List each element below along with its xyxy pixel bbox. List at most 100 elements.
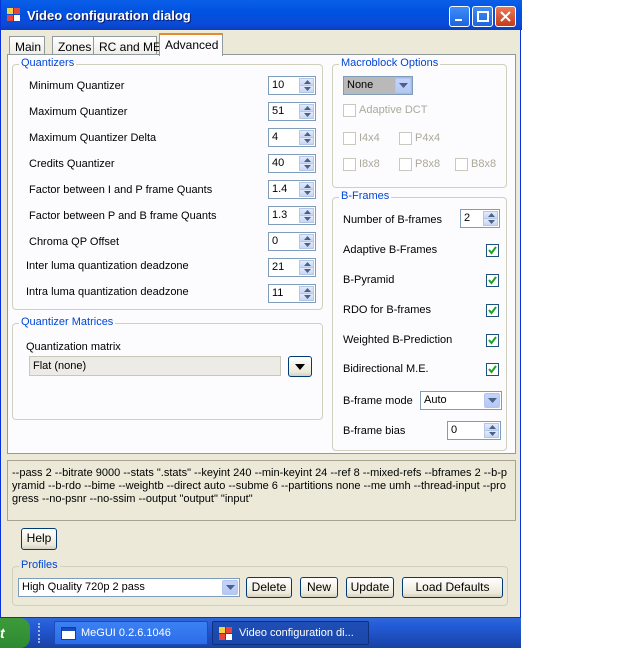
p8x8-checkbox[interactable] xyxy=(399,158,412,171)
group-title: B-Frames xyxy=(339,190,392,202)
number-of-bframes-label: Number of B-frames xyxy=(343,214,443,226)
taskbar: t MeGUI 0.2.6.1046 Video configuration d… xyxy=(0,618,640,648)
spinner-value: 21 xyxy=(272,261,285,273)
checkmark-icon xyxy=(488,276,497,285)
spin-down-arrow-icon[interactable] xyxy=(299,189,314,197)
spinner-value: 2 xyxy=(464,212,471,224)
tab-main[interactable]: Main xyxy=(9,36,45,55)
title-bar[interactable]: Video configuration dialog xyxy=(1,0,522,30)
ip-factor-spinner[interactable]: 1.4 xyxy=(268,180,316,199)
inter-deadzone-spinner[interactable]: 21 xyxy=(268,258,316,277)
button-label: Load Defaults xyxy=(415,580,490,594)
quantization-matrix-label: Quantization matrix xyxy=(26,341,121,353)
load-defaults-button[interactable]: Load Defaults xyxy=(402,577,503,598)
bframe-bias-spinner[interactable]: 0 xyxy=(447,421,501,440)
spin-down-arrow-icon[interactable] xyxy=(299,137,314,145)
b8x8-checkbox[interactable] xyxy=(455,158,468,171)
p4x4-checkbox[interactable] xyxy=(399,132,412,145)
spinner-value: 51 xyxy=(272,105,285,117)
profile-select[interactable]: High Quality 720p 2 pass xyxy=(18,578,240,597)
quantizer-label: Factor between I and P frame Quants xyxy=(29,184,213,196)
bidirectional-me-checkbox[interactable] xyxy=(486,363,499,376)
task-label: Video configuration di... xyxy=(239,627,354,639)
group-title: Macroblock Options xyxy=(339,57,441,69)
bframe-mode-dropdown-arrow[interactable] xyxy=(484,393,500,408)
intra-deadzone-spinner[interactable]: 11 xyxy=(268,284,316,303)
commandline-textbox[interactable]: --pass 2 --bitrate 9000 --stats ".stats"… xyxy=(7,460,516,521)
bframe-bias-label: B-frame bias xyxy=(343,425,406,437)
tab-rc-and-me[interactable]: RC and ME xyxy=(93,36,161,55)
chevron-down-icon xyxy=(295,364,305,370)
spin-down-arrow-icon[interactable] xyxy=(299,293,314,301)
spin-down-arrow-icon[interactable] xyxy=(299,215,314,223)
tab-label: RC and ME xyxy=(99,40,162,54)
checkmark-icon xyxy=(488,365,497,374)
minimum-quantizer-spinner[interactable]: 10 xyxy=(268,76,316,95)
weighted-bprediction-label: Weighted B-Prediction xyxy=(343,334,453,346)
task-megui[interactable]: MeGUI 0.2.6.1046 xyxy=(54,621,208,645)
i8x8-label: I8x8 xyxy=(359,158,380,170)
adaptive-dct-label: Adaptive DCT xyxy=(359,104,428,116)
macroblock-options-group: Macroblock Options None Adaptive DCT I4x… xyxy=(332,57,507,188)
spin-down-arrow-icon[interactable] xyxy=(299,241,314,249)
chroma-qp-offset-spinner[interactable]: 0 xyxy=(268,232,316,251)
spinner-value: 1.3 xyxy=(272,209,288,221)
spin-down-arrow-icon[interactable] xyxy=(299,85,314,93)
i4x4-label: I4x4 xyxy=(359,132,380,144)
weighted-bprediction-checkbox[interactable] xyxy=(486,334,499,347)
macroblock-select-value: None xyxy=(347,79,374,91)
app-icon xyxy=(219,627,232,640)
rdo-bframes-label: RDO for B-frames xyxy=(343,304,432,316)
button-label: Help xyxy=(26,531,52,545)
bframe-mode-select[interactable]: Auto xyxy=(420,391,502,410)
task-label: MeGUI 0.2.6.1046 xyxy=(81,627,171,639)
tab-advanced[interactable]: Advanced xyxy=(159,33,223,56)
max-quantizer-delta-spinner[interactable]: 4 xyxy=(268,128,316,147)
i4x4-checkbox[interactable] xyxy=(343,132,356,145)
checkmark-icon xyxy=(488,246,497,255)
macroblock-dropdown-arrow[interactable] xyxy=(395,78,411,93)
spinner-value: 0 xyxy=(451,424,458,436)
p8x8-label: P8x8 xyxy=(415,158,441,170)
minimize-button[interactable] xyxy=(449,6,470,27)
adaptive-bframes-checkbox[interactable] xyxy=(486,244,499,257)
group-title: Quantizers xyxy=(19,57,77,69)
spin-down-arrow-icon[interactable] xyxy=(484,430,499,438)
video-config-window: Video configuration dialog Main Zones RC… xyxy=(0,0,522,618)
advanced-tab-panel: Quantizers Minimum Quantizer 10 Maximum … xyxy=(7,54,516,454)
spin-down-arrow-icon[interactable] xyxy=(483,218,498,226)
maximum-quantizer-spinner[interactable]: 51 xyxy=(268,102,316,121)
spinner-value: 11 xyxy=(272,287,284,299)
taskbar-grip[interactable] xyxy=(38,623,42,643)
update-profile-button[interactable]: Update xyxy=(346,577,394,598)
rdo-bframes-checkbox[interactable] xyxy=(486,304,499,317)
quantizer-label: Minimum Quantizer xyxy=(29,80,125,92)
quantizer-label: Inter luma quantization deadzone xyxy=(26,260,189,272)
quantization-matrix-dropdown-button[interactable] xyxy=(288,356,312,377)
bframe-mode-value: Auto xyxy=(424,394,447,406)
adaptive-dct-checkbox[interactable] xyxy=(343,104,356,117)
close-button[interactable] xyxy=(495,6,516,27)
macroblock-select[interactable]: None xyxy=(343,76,413,95)
quantizers-group: Quantizers Minimum Quantizer 10 Maximum … xyxy=(12,57,323,310)
number-of-bframes-spinner[interactable]: 2 xyxy=(460,209,500,228)
profile-dropdown-arrow[interactable] xyxy=(222,580,238,595)
start-button[interactable]: t xyxy=(0,618,30,648)
maximize-button[interactable] xyxy=(472,6,493,27)
delete-profile-button[interactable]: Delete xyxy=(246,577,292,598)
pb-factor-spinner[interactable]: 1.3 xyxy=(268,206,316,225)
spin-down-arrow-icon[interactable] xyxy=(299,267,314,275)
task-video-config[interactable]: Video configuration di... xyxy=(212,621,369,645)
help-button[interactable]: Help xyxy=(21,528,57,550)
new-profile-button[interactable]: New xyxy=(300,577,338,598)
credits-quantizer-spinner[interactable]: 40 xyxy=(268,154,316,173)
spinner-value: 40 xyxy=(272,157,285,169)
spin-down-arrow-icon[interactable] xyxy=(299,111,314,119)
spin-down-arrow-icon[interactable] xyxy=(299,163,314,171)
b-pyramid-checkbox[interactable] xyxy=(486,274,499,287)
window-title: Video configuration dialog xyxy=(27,8,191,23)
tab-zones[interactable]: Zones xyxy=(52,36,94,55)
button-label: Update xyxy=(350,580,390,594)
quantizer-label: Intra luma quantization deadzone xyxy=(26,286,189,298)
i8x8-checkbox[interactable] xyxy=(343,158,356,171)
